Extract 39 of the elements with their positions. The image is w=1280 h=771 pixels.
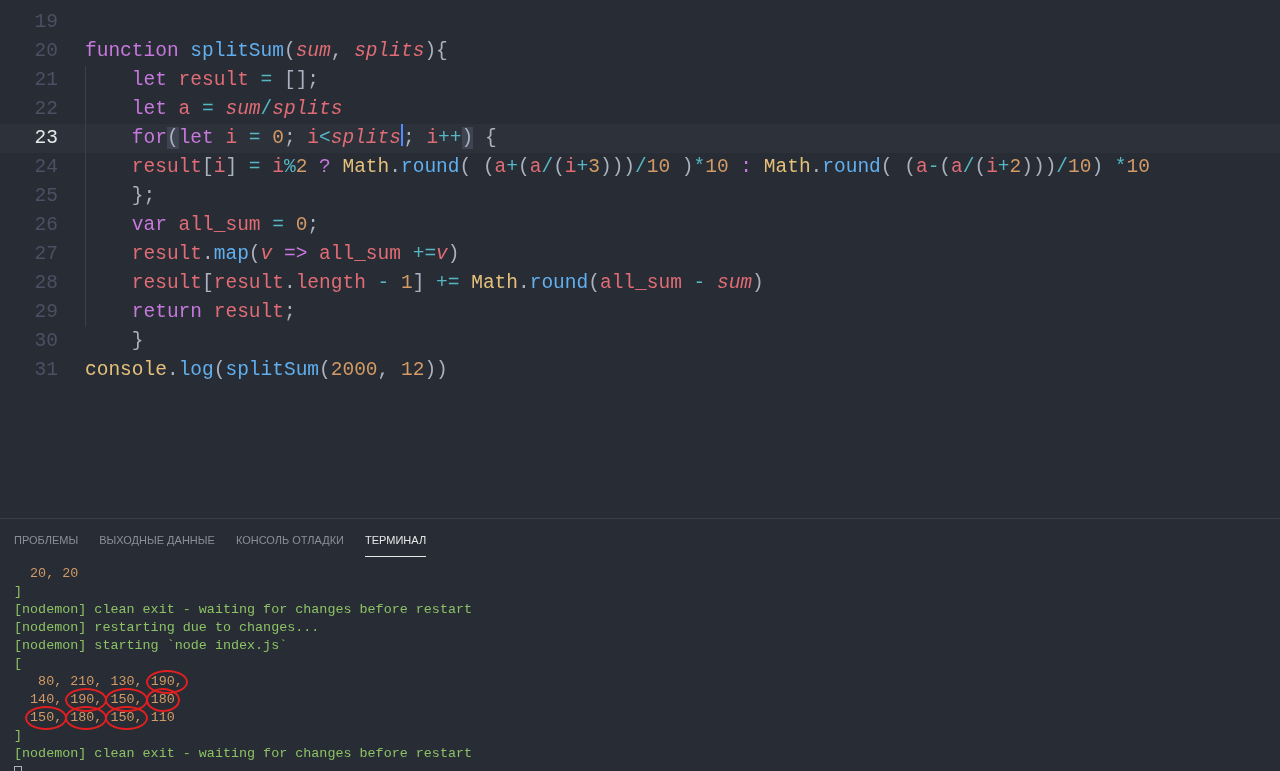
array-value: 20 (62, 565, 79, 581)
terminal-line: [nodemon] restarting due to changes... (14, 618, 321, 637)
terminal-line: ] (14, 726, 24, 745)
code-line: let a = sum/splits (130, 97, 343, 122)
code-line: } (130, 329, 144, 354)
terminal-line: [nodemon] starting `node index.js` (14, 636, 289, 655)
panel-tab[interactable]: ТЕРМИНАЛ (365, 528, 427, 557)
array-value: 110 (150, 709, 175, 725)
code-line: return result; (130, 300, 296, 325)
panel-tab[interactable]: КОНСОЛЬ ОТЛАДКИ (235, 528, 344, 557)
code-line: function splitSum(sum, splits){ (85, 39, 448, 64)
code-line: result.map(v => all_sum +=v) (130, 242, 460, 267)
code-line: ; i++) { (403, 126, 497, 151)
code-line: result[i] = i%2 ? Math.round( (a+(a/(i+3)))/10 )*10 : Math.round( (a-(a/(i+2)))/10) *10 (130, 155, 1150, 180)
code-line: for(let i = 0; i<splits (130, 126, 401, 151)
array-value: 190, (70, 691, 103, 707)
array-value: 180 (150, 691, 175, 707)
array-value: 210, (70, 673, 103, 689)
panel-tab[interactable]: ВЫХОДНЫЕ ДАННЫЕ (99, 528, 215, 557)
code-line: console.log(splitSum(2000, 12)) (85, 358, 448, 383)
array-value: 140, (30, 691, 63, 707)
code-line: result[result.length - 1] += Math.round(all_sum - sum) (130, 271, 764, 296)
terminal-line: ] (14, 582, 24, 601)
code-line: }; (130, 184, 156, 209)
line-number: 23 (33, 126, 58, 151)
panel-tab[interactable]: ПРОБЛЕМЫ (14, 528, 79, 557)
array-value: 180, (70, 709, 103, 725)
code-line: var all_sum = 0; (130, 213, 320, 238)
terminal-line: [nodemon] clean exit - waiting for changes before restart (14, 744, 474, 763)
array-value: 150, (110, 709, 143, 725)
terminal-line: [ (14, 654, 24, 673)
array-value: 130, (110, 673, 143, 689)
terminal-line: [nodemon] clean exit - waiting for changes before restart (14, 600, 474, 619)
array-value: 150, (30, 709, 63, 725)
array-value: 20, (30, 565, 55, 581)
array-value: 150, (110, 691, 143, 707)
code-line: let result = []; (130, 68, 320, 93)
array-value: 190, (150, 673, 183, 689)
array-value: 80, (37, 673, 63, 689)
